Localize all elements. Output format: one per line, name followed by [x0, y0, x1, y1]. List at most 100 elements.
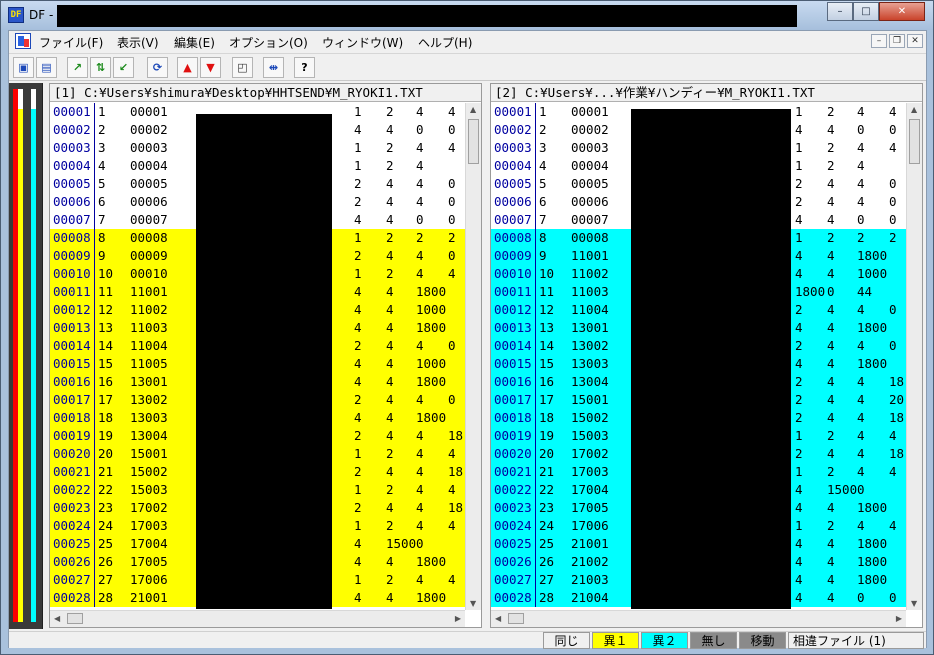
app-icon[interactable]: DF: [8, 7, 24, 23]
left-vertical-scrollbar[interactable]: ▲ ▼: [465, 103, 481, 610]
row-value: 0: [416, 122, 424, 137]
open-right-icon[interactable]: ▤: [36, 57, 57, 78]
row-value: 1000: [857, 266, 888, 281]
row-value: 4: [857, 464, 865, 479]
menu-options[interactable]: オプション(O): [229, 34, 308, 51]
row-value: 4: [857, 374, 865, 389]
row-value: 4: [386, 122, 394, 137]
mdi-minimize-button[interactable]: –: [871, 34, 887, 48]
mdi-restore-button[interactable]: ❐: [889, 34, 905, 48]
mdi-close-button[interactable]: ✕: [907, 34, 923, 48]
line-number-separator: [535, 301, 536, 319]
row-value: 2: [827, 428, 835, 443]
row-id: 24: [539, 518, 555, 533]
row-id: 14: [539, 338, 555, 353]
document-icon[interactable]: [15, 33, 31, 49]
row-code: 21003: [571, 572, 609, 587]
line-number: 00028: [53, 590, 91, 605]
row-id: 21: [98, 464, 114, 479]
row-id: 26: [539, 554, 555, 569]
row-value: 4: [386, 500, 394, 515]
split-icon[interactable]: ⇹: [263, 57, 284, 78]
line-number: 00011: [494, 284, 532, 299]
row-value: 0: [416, 536, 424, 551]
left-pane-header: [1] C:¥Users¥shimura¥Desktop¥HHTSEND¥M_R…: [50, 84, 481, 102]
legend-none: 無し: [690, 632, 737, 649]
scroll-right-icon[interactable]: ▶: [455, 614, 461, 623]
right-pane[interactable]: [2] C:¥Users¥...¥作業¥ハンディー¥M_RYOKI1.TXT 0…: [490, 83, 923, 628]
scroll-right-icon[interactable]: ▶: [896, 614, 902, 623]
left-hscroll-thumb[interactable]: [67, 613, 83, 624]
title-bar[interactable]: DF DF - – □ ✕: [1, 1, 933, 30]
scroll-down-icon[interactable]: ▼: [911, 599, 917, 608]
diff-map-left-same: [18, 89, 23, 109]
left-horizontal-scrollbar[interactable]: ◀ ▶: [50, 610, 465, 627]
copy-to-right-icon[interactable]: ↗: [67, 57, 88, 78]
row-value: 0: [857, 590, 865, 605]
scroll-left-icon[interactable]: ◀: [54, 614, 60, 623]
row-value: 4: [448, 266, 456, 281]
copy-to-left-icon[interactable]: ↙: [113, 57, 134, 78]
menu-help[interactable]: ヘルプ(H): [418, 34, 472, 51]
row-code: 17003: [571, 464, 609, 479]
row-value: 4: [889, 140, 897, 155]
line-number: 00004: [53, 158, 91, 173]
row-value: 1800: [416, 284, 447, 299]
diff-map-right-bar: [31, 89, 36, 622]
minimize-button[interactable]: –: [827, 2, 853, 21]
maximize-button[interactable]: □: [853, 2, 879, 21]
row-value: 2: [354, 338, 362, 353]
row-id: 7: [98, 212, 106, 227]
right-hscroll-thumb[interactable]: [508, 613, 524, 624]
open-left-icon[interactable]: ▣: [13, 57, 34, 78]
window-icon[interactable]: ◰: [232, 57, 253, 78]
line-number-separator: [94, 193, 95, 211]
menu-edit[interactable]: 編集(E): [174, 34, 215, 51]
line-number-separator: [535, 589, 536, 607]
close-button[interactable]: ✕: [879, 2, 925, 21]
next-diff-icon[interactable]: ▼: [200, 57, 221, 78]
left-vscroll-thumb[interactable]: [468, 119, 479, 164]
row-code: 21001: [571, 536, 609, 551]
row-value: 4: [448, 572, 456, 587]
refresh-icon[interactable]: ⟳: [147, 57, 168, 78]
copy-both-icon[interactable]: ⇅: [90, 57, 111, 78]
scroll-up-icon[interactable]: ▲: [911, 105, 917, 114]
row-value: 4: [827, 356, 835, 371]
scroll-left-icon[interactable]: ◀: [495, 614, 501, 623]
right-horizontal-scrollbar[interactable]: ◀ ▶: [491, 610, 906, 627]
row-value: 4: [857, 158, 865, 173]
menu-file[interactable]: ファイル(F): [39, 34, 103, 51]
row-value: 2: [795, 392, 803, 407]
menu-window[interactable]: ウィンドウ(W): [322, 34, 403, 51]
row-value: 2: [386, 518, 394, 533]
row-value: 4: [354, 590, 362, 605]
row-code: 17005: [571, 500, 609, 515]
left-pane[interactable]: [1] C:¥Users¥shimura¥Desktop¥HHTSEND¥M_R…: [49, 83, 482, 628]
line-number-separator: [535, 211, 536, 229]
status-bar: 同じ 異１ 異２ 無し 移動 相違ファイル (1): [9, 631, 926, 649]
row-value: 1800: [857, 248, 888, 263]
line-number: 00013: [53, 320, 91, 335]
row-value: 4: [827, 248, 835, 263]
help-icon[interactable]: ?: [294, 57, 315, 78]
line-number: 00017: [494, 392, 532, 407]
right-vscroll-thumb[interactable]: [909, 119, 920, 164]
line-number-separator: [94, 463, 95, 481]
diff-map[interactable]: [9, 83, 43, 629]
row-id: 22: [539, 482, 555, 497]
right-vertical-scrollbar[interactable]: ▲ ▼: [906, 103, 922, 610]
row-value: 1: [354, 140, 362, 155]
scroll-down-icon[interactable]: ▼: [470, 599, 476, 608]
row-value: 2: [386, 572, 394, 587]
row-id: 22: [98, 482, 114, 497]
row-code: 13004: [571, 374, 609, 389]
line-number: 00005: [494, 176, 532, 191]
previous-diff-icon[interactable]: ▲: [177, 57, 198, 78]
row-value: 4: [795, 356, 803, 371]
row-value: 18: [448, 500, 464, 515]
row-id: 18: [98, 410, 114, 425]
scroll-up-icon[interactable]: ▲: [470, 105, 476, 114]
menu-view[interactable]: 表示(V): [117, 34, 159, 51]
line-number: 00008: [494, 230, 532, 245]
